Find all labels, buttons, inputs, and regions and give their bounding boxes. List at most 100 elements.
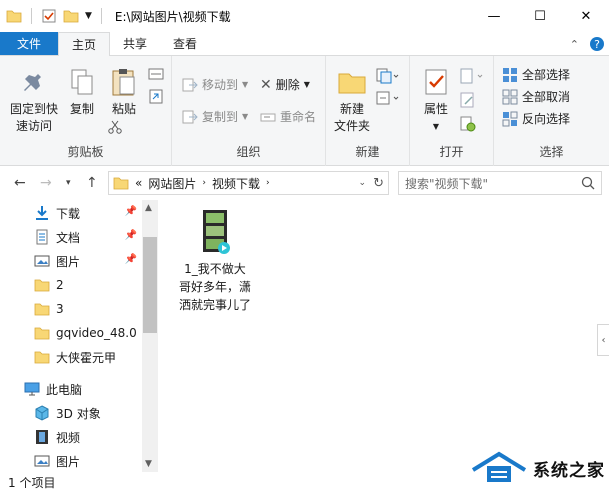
scrollbar-thumb[interactable] <box>143 237 157 333</box>
item-count: 1 个项目 <box>8 476 56 490</box>
address-bar[interactable]: « 网站图片 › 视频下载 › ⌄ ↻ <box>108 171 389 195</box>
3d-objects-icon <box>35 405 49 421</box>
paste-shortcut-icon[interactable] <box>148 88 164 104</box>
file-item[interactable]: 1_我不做大哥好多年，潇洒就完事儿了 <box>179 208 251 314</box>
delete-button[interactable]: ✕ 删除 ▼ <box>260 76 310 93</box>
invert-selection-icon <box>502 111 518 126</box>
copy-path-icon[interactable] <box>148 68 164 80</box>
file-list: 1_我不做大哥好多年，潇洒就完事儿了 ‹ <box>159 200 609 472</box>
copy-label: 复制 <box>69 102 94 116</box>
move-to-label: 移动到 <box>202 78 239 92</box>
nav-item-folder[interactable]: 2 <box>0 273 141 297</box>
address-dropdown-icon[interactable]: ⌄ <box>358 178 366 188</box>
new-folder-icon[interactable] <box>63 8 79 24</box>
navigation-pane: 下载 📌 文档 📌 图片 📌 2 3 gqvideo_48.0 大侠霍元甲 此电… <box>0 200 159 472</box>
new-folder-label-2: 文件夹 <box>333 119 370 133</box>
nav-item-folder[interactable]: gqvideo_48.0 <box>0 321 141 345</box>
forward-icon[interactable]: → <box>40 175 52 191</box>
scroll-down-icon[interactable]: ▼ <box>145 459 152 469</box>
nav-item-label: 大侠霍元甲 <box>56 350 117 365</box>
copy-to-button[interactable]: 复制到 ▼ <box>182 108 248 125</box>
breadcrumb-item[interactable]: 视频下载 <box>212 175 260 192</box>
minimize-button[interactable]: — <box>471 0 517 32</box>
breadcrumb-separator-icon[interactable]: › <box>202 178 206 188</box>
properties-check-icon[interactable] <box>41 8 57 24</box>
new-folder-button[interactable]: 新建 文件夹 <box>330 66 374 135</box>
properties-label: 属性 <box>423 102 448 116</box>
history-icon[interactable] <box>460 116 476 132</box>
nav-item-label: 图片 <box>56 254 81 269</box>
nav-item-this-pc[interactable]: 此电脑 <box>0 377 141 401</box>
pin-icon[interactable]: 📌 <box>125 206 137 217</box>
customize-quick-access-icon[interactable]: ▼ <box>85 11 92 21</box>
nav-item-downloads[interactable]: 下载 📌 <box>0 201 141 225</box>
breadcrumb-item[interactable]: 网站图片 <box>148 175 196 192</box>
select-none-button[interactable]: 全部取消 <box>502 88 570 105</box>
edit-icon[interactable] <box>460 92 476 108</box>
nav-item-label: 3 <box>56 302 64 316</box>
tab-view[interactable]: 查看 <box>160 32 210 55</box>
clipboard-group: 固定到快 速访问 复制 粘贴 剪贴板 <box>0 56 172 166</box>
breadcrumb-separator-icon[interactable]: › <box>266 178 270 188</box>
up-icon[interactable]: ↑ <box>86 175 98 191</box>
nav-item-pictures[interactable]: 图片 <box>0 449 141 473</box>
select-group: 全部选择 全部取消 反向选择 选择 <box>494 56 609 166</box>
select-group-label: 选择 <box>539 145 564 159</box>
minimize-icon: — <box>487 8 501 24</box>
paste-button[interactable]: 粘贴 <box>104 66 144 118</box>
cut-icon[interactable] <box>108 120 122 134</box>
refresh-icon[interactable]: ↻ <box>373 176 384 191</box>
nav-item-folder[interactable]: 3 <box>0 297 141 321</box>
folder-icon <box>34 279 50 292</box>
pin-icon[interactable]: 📌 <box>125 230 137 241</box>
tab-share[interactable]: 共享 <box>110 32 160 55</box>
back-icon[interactable]: ← <box>14 175 26 191</box>
open-icon[interactable] <box>460 68 484 84</box>
properties-icon <box>425 69 447 95</box>
tab-file[interactable]: 文件 <box>0 32 59 55</box>
preview-pane-toggle-icon[interactable]: ‹ <box>597 324 609 356</box>
copy-button[interactable]: 复制 <box>62 66 102 118</box>
nav-item-label: 2 <box>56 278 64 292</box>
nav-item-videos[interactable]: 视频 <box>0 425 141 449</box>
invert-selection-button[interactable]: 反向选择 <box>502 110 570 127</box>
new-group-label: 新建 <box>355 145 380 159</box>
select-all-button[interactable]: 全部选择 <box>502 66 570 83</box>
delete-label: 删除 <box>275 78 300 92</box>
close-button[interactable]: ✕ <box>563 0 609 32</box>
move-to-button[interactable]: 移动到 ▼ <box>182 76 248 93</box>
tab-home[interactable]: 主页 <box>58 32 111 56</box>
nav-item-pictures[interactable]: 图片 📌 <box>0 249 141 273</box>
download-icon <box>36 206 48 220</box>
search-input[interactable]: 搜索"视频下载" <box>398 171 602 195</box>
ribbon: 固定到快 速访问 复制 粘贴 剪贴板 移动到 ▼ ✕ 删除 ▼ 复制到 ▼ 重命… <box>0 56 609 166</box>
ribbon-tabs: 文件 主页 共享 查看 ⌃ ? <box>0 32 609 56</box>
nav-item-label: 图片 <box>56 454 81 469</box>
properties-button[interactable]: 属性 ▼ <box>416 66 456 135</box>
separator <box>100 8 102 24</box>
open-group-label: 打开 <box>439 145 464 159</box>
new-folder-icon <box>338 73 366 94</box>
search-icon <box>581 176 595 190</box>
select-none-label: 全部取消 <box>522 90 571 104</box>
breadcrumb-overflow[interactable]: « <box>135 176 142 190</box>
scroll-up-icon[interactable]: ▲ <box>145 203 152 213</box>
folder-icon <box>34 327 50 340</box>
folder-icon <box>34 351 50 364</box>
nav-item-label: 3D 对象 <box>56 406 101 421</box>
quick-access-toolbar: ▼ <box>0 8 105 24</box>
pin-icon[interactable]: 📌 <box>125 254 137 265</box>
select-all-icon <box>503 67 517 82</box>
maximize-button[interactable]: ☐ <box>517 0 563 32</box>
pin-to-quick-access-button[interactable]: 固定到快 速访问 <box>6 66 62 135</box>
nav-item-3d-objects[interactable]: 3D 对象 <box>0 401 141 425</box>
rename-button[interactable]: 重命名 <box>260 108 316 125</box>
recent-locations-icon[interactable]: ▾ <box>66 178 71 188</box>
nav-scrollbar[interactable]: ▲ ▼ <box>142 200 158 472</box>
collapse-ribbon-icon[interactable]: ⌃ <box>570 38 579 51</box>
easy-access-icon[interactable] <box>376 90 400 106</box>
nav-item-documents[interactable]: 文档 📌 <box>0 225 141 249</box>
nav-item-folder[interactable]: 大侠霍元甲 <box>0 345 141 369</box>
new-item-icon[interactable] <box>376 68 400 84</box>
help-icon[interactable]: ? <box>589 36 605 52</box>
